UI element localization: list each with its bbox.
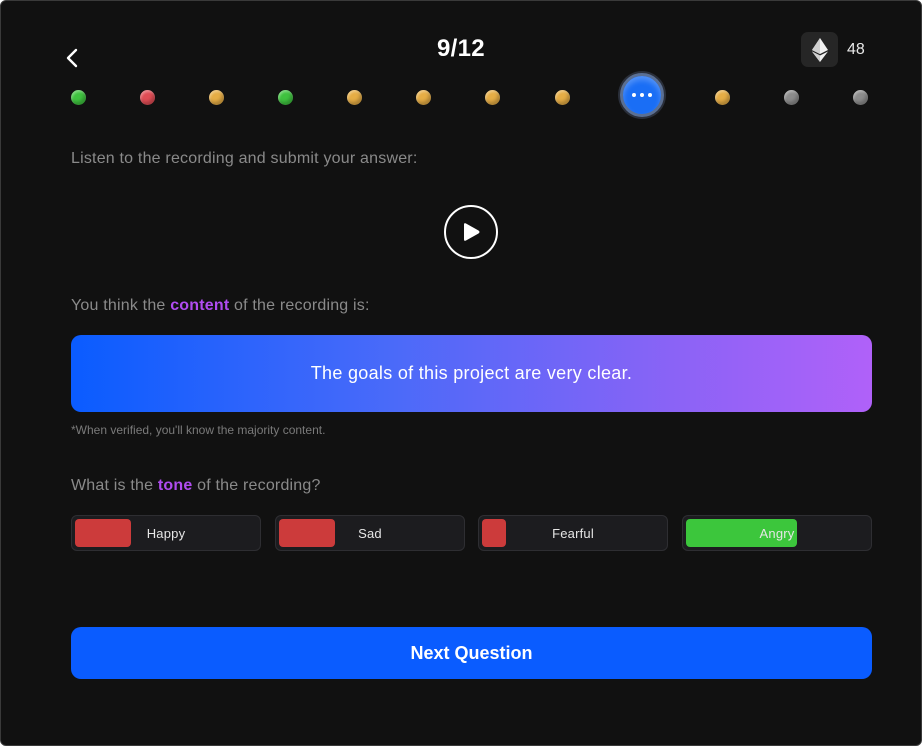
progress-dot <box>277 89 293 105</box>
content-question-suffix: of the recording is: <box>229 297 370 314</box>
tone-question-suffix: of the recording? <box>192 477 321 494</box>
tone-question: What is the tone of the recording? <box>71 477 321 495</box>
content-answer-card[interactable]: The goals of this project are very clear… <box>71 335 872 412</box>
content-question-prefix: You think the <box>71 297 171 314</box>
progress-dot <box>208 89 224 105</box>
tone-option-angry[interactable]: Angry <box>682 515 872 551</box>
app-frame: 9/12 48 Listen to the recording and subm… <box>0 0 922 746</box>
tone-option-label: Fearful <box>552 525 594 541</box>
progress-dot <box>415 89 431 105</box>
play-button[interactable] <box>444 205 498 259</box>
progress-dot <box>346 89 362 105</box>
content-highlight: content <box>170 297 230 314</box>
progress-dot <box>554 89 570 105</box>
content-question: You think the content of the recording i… <box>71 297 370 315</box>
ellipsis-dot <box>640 93 644 97</box>
tone-option-label: Angry <box>759 525 795 541</box>
tone-highlight: tone <box>157 477 193 494</box>
ellipsis-dot <box>648 93 652 97</box>
listen-instruction: Listen to the recording and submit your … <box>71 150 418 167</box>
tone-option-label: Sad <box>358 525 382 541</box>
progress-dot-current <box>620 73 664 117</box>
progress-dots <box>1 1 921 131</box>
progress-dot <box>852 89 868 105</box>
tone-question-prefix: What is the <box>71 477 158 494</box>
play-icon <box>464 223 480 241</box>
tone-option-fearful[interactable]: Fearful <box>478 515 668 551</box>
progress-dot <box>484 89 500 105</box>
tone-option-happy[interactable]: Happy <box>71 515 261 551</box>
next-question-button[interactable]: Next Question <box>71 627 872 679</box>
ellipsis-dot <box>632 93 636 97</box>
progress-dot <box>139 89 155 105</box>
content-answer-text: The goals of this project are very clear… <box>310 363 633 383</box>
verification-note: *When verified, you'll know the majority… <box>71 423 326 437</box>
progress-dot <box>714 89 730 105</box>
tone-option-label: Happy <box>146 525 186 541</box>
progress-dot <box>70 89 86 105</box>
progress-dot <box>783 89 799 105</box>
tone-option-sad[interactable]: Sad <box>275 515 465 551</box>
